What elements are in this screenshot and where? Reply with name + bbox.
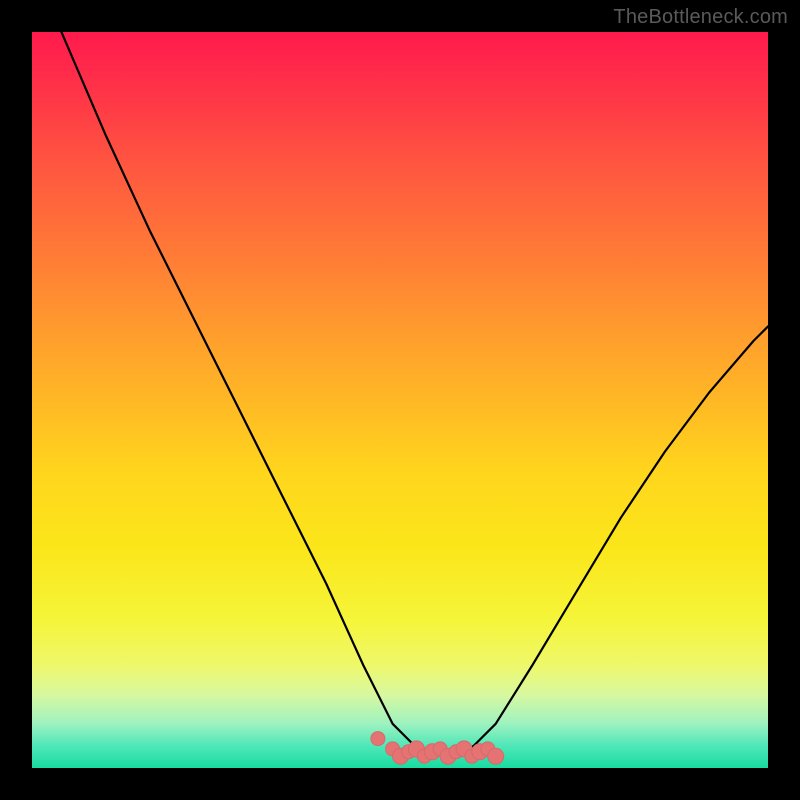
floor-dot <box>386 742 400 756</box>
floor-dot <box>488 748 504 764</box>
floor-dot <box>433 742 447 756</box>
watermark-text: TheBottleneck.com <box>613 6 788 29</box>
bottleneck-curve <box>61 32 768 753</box>
floor-dot <box>465 749 479 763</box>
floor-dot <box>449 745 463 759</box>
floor-dot <box>402 745 416 759</box>
floor-dot <box>417 749 431 763</box>
floor-dot <box>456 741 472 757</box>
chart-svg <box>32 32 768 768</box>
floor-dot <box>408 741 424 757</box>
chart-plot-area <box>32 32 768 768</box>
floor-dot <box>393 748 409 764</box>
floor-dot <box>424 744 440 760</box>
single-dot <box>371 732 385 746</box>
floor-dot-cluster <box>386 741 504 764</box>
floor-dot <box>472 744 488 760</box>
floor-dot <box>481 742 495 756</box>
floor-dot <box>440 748 456 764</box>
